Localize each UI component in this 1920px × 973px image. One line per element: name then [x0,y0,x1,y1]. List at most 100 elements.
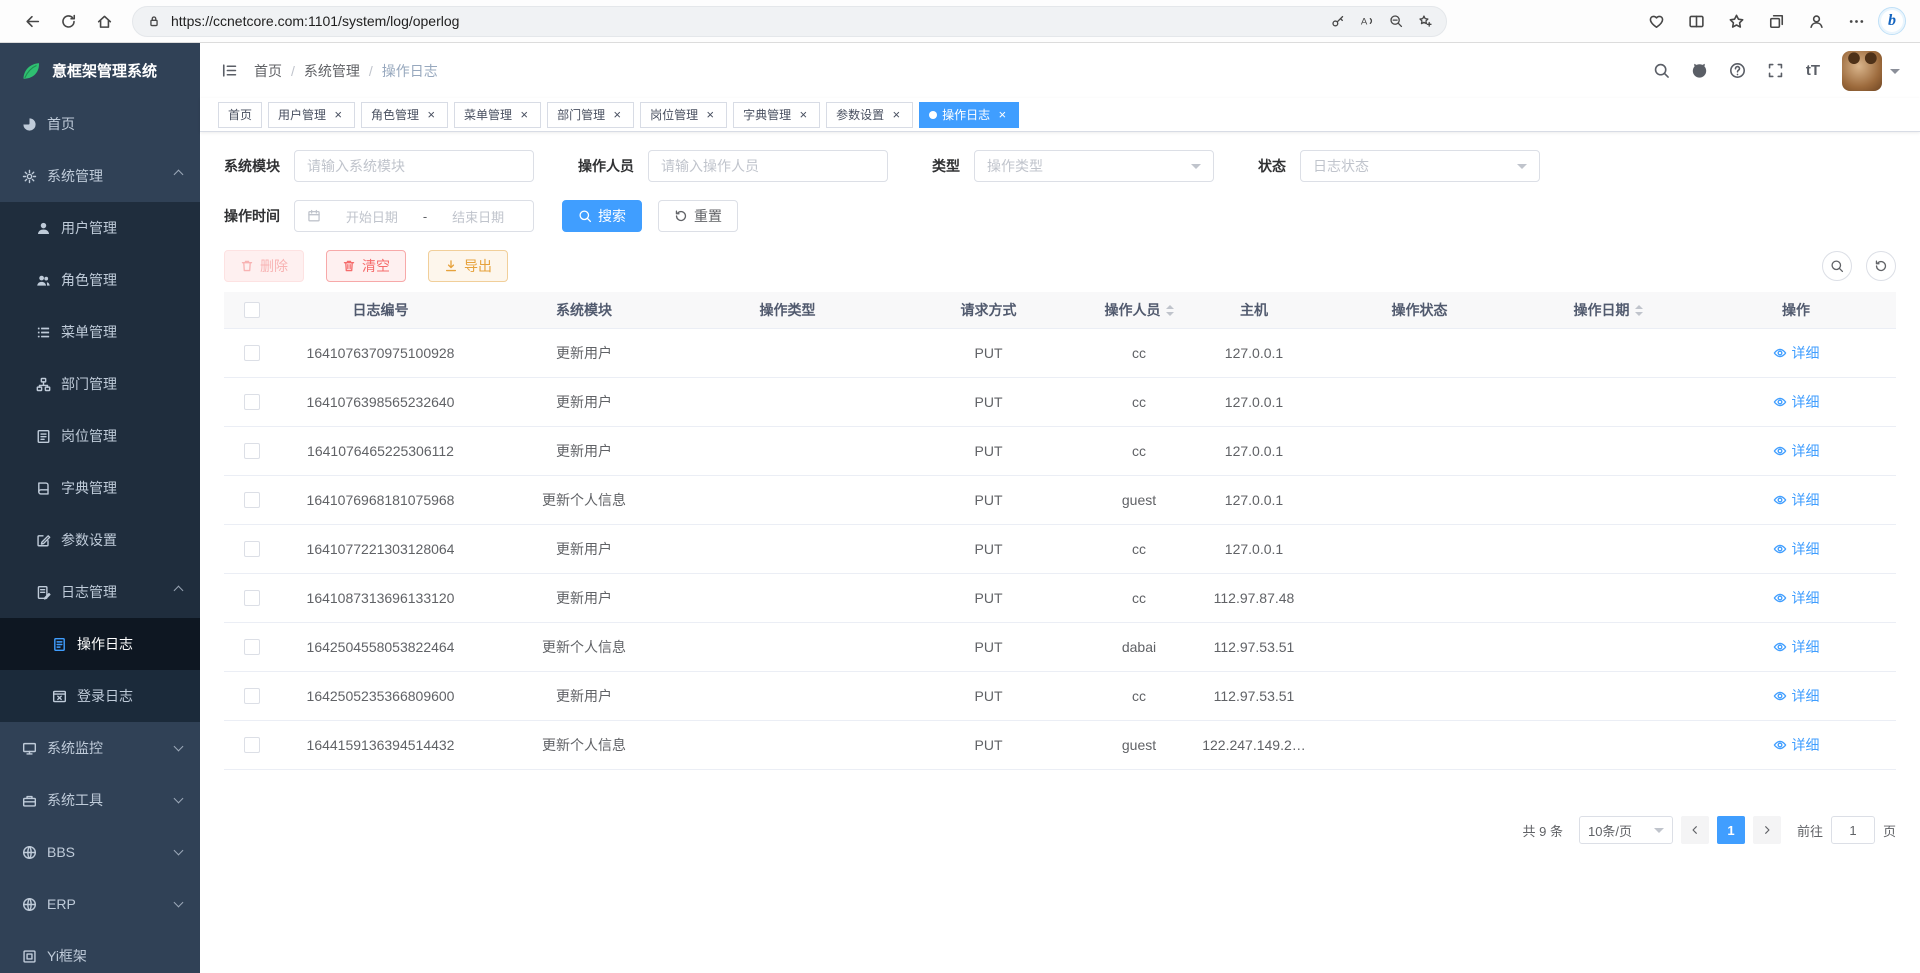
help-button[interactable] [1720,54,1754,88]
sidebar-item-post-manage[interactable]: 岗位管理 [0,410,200,462]
breadcrumb-system-manage[interactable]: 系统管理 [304,61,360,81]
github-button[interactable] [1682,54,1716,88]
sidebar-toggle-button[interactable] [212,54,246,88]
clear-button[interactable]: 清空 [326,250,406,282]
row-checkbox[interactable] [244,688,260,704]
row-checkbox[interactable] [244,345,260,361]
sidebar-item-erp[interactable]: ERP [0,878,200,930]
close-icon[interactable]: × [610,108,624,122]
sidebar-item-bbs[interactable]: BBS [0,826,200,878]
export-button[interactable]: 导出 [428,250,508,282]
split-screen-button[interactable] [1678,3,1714,39]
user-avatar[interactable] [1842,51,1882,91]
sidebar-item-log-manage[interactable]: 日志管理 [0,566,200,618]
favorites-button[interactable] [1718,3,1754,39]
browser-essentials-button[interactable] [1638,3,1674,39]
detail-link[interactable]: 详细 [1773,686,1820,706]
close-icon[interactable]: × [331,108,345,122]
delete-button[interactable]: 删除 [224,250,304,282]
close-icon[interactable]: × [703,108,717,122]
caret-down-icon[interactable] [1890,69,1900,79]
close-icon[interactable]: × [517,108,531,122]
breadcrumb-home[interactable]: 首页 [254,61,282,81]
sidebar-item-param-settings[interactable]: 参数设置 [0,514,200,566]
sidebar-item-role-manage[interactable]: 角色管理 [0,254,200,306]
reload-button[interactable] [50,3,86,39]
copilot-button[interactable]: b [1878,7,1906,35]
detail-link[interactable]: 详细 [1773,441,1820,461]
next-page-button[interactable] [1753,816,1781,844]
status-select[interactable]: 日志状态 [1300,150,1540,182]
select-all-checkbox[interactable] [244,302,260,318]
page-tab[interactable]: 字典管理 × [733,102,820,128]
operator-input[interactable] [661,158,875,174]
url-text[interactable]: https://ccnetcore.com:1101/system/log/op… [171,13,1331,29]
close-icon[interactable]: × [424,108,438,122]
font-size-button[interactable]: tT [1796,54,1830,88]
sidebar-item-user-manage[interactable]: 用户管理 [0,202,200,254]
goto-page-input[interactable] [1831,816,1875,844]
page-tab[interactable]: 用户管理 × [268,102,355,128]
page-tab[interactable]: 操作日志 × [919,102,1019,128]
zoom-out-icon[interactable] [1389,14,1403,28]
detail-link[interactable]: 详细 [1773,539,1820,559]
read-aloud-icon[interactable]: A [1360,14,1374,28]
sidebar-item-yi-framework[interactable]: Yi框架 [0,930,200,973]
sidebar-item-system-tools[interactable]: 系统工具 [0,774,200,826]
row-checkbox[interactable] [244,541,260,557]
show-search-button[interactable] [1822,251,1852,281]
sort-carets[interactable] [1166,305,1174,316]
page-tab[interactable]: 岗位管理 × [640,102,727,128]
sidebar-item-system-manage[interactable]: 系统管理 [0,150,200,202]
prev-page-button[interactable] [1681,816,1709,844]
column-header-op-date[interactable]: 操作日期 [1520,300,1696,320]
row-checkbox[interactable] [244,590,260,606]
search-button[interactable]: 搜索 [562,200,642,232]
refresh-table-button[interactable] [1866,251,1896,281]
close-icon[interactable]: × [889,108,903,122]
date-range-picker[interactable]: 开始日期 - 结束日期 [294,200,534,232]
detail-link[interactable]: 详细 [1773,588,1820,608]
address-bar[interactable]: https://ccnetcore.com:1101/system/log/op… [132,6,1447,37]
browser-profile-button[interactable] [1798,3,1834,39]
page-number-1[interactable]: 1 [1717,816,1745,844]
sidebar-item-dept-manage[interactable]: 部门管理 [0,358,200,410]
page-tab[interactable]: 部门管理 × [547,102,634,128]
favorite-add-icon[interactable] [1418,14,1432,28]
sort-carets[interactable] [1635,305,1643,316]
close-icon[interactable]: × [796,108,810,122]
sidebar-item-login-log[interactable]: 登录日志 [0,670,200,722]
page-tab[interactable]: 参数设置 × [826,102,913,128]
row-checkbox[interactable] [244,639,260,655]
module-input[interactable] [307,158,521,174]
back-button[interactable] [14,3,50,39]
page-tab[interactable]: 角色管理 × [361,102,448,128]
page-size-select[interactable]: 10条/页 [1579,816,1673,844]
page-tab[interactable]: 菜单管理 × [454,102,541,128]
header-search-button[interactable] [1644,54,1678,88]
sidebar-item-dict-manage[interactable]: 字典管理 [0,462,200,514]
page-tab[interactable]: 首页 [218,102,262,128]
type-select[interactable]: 操作类型 [974,150,1214,182]
sidebar-item-home[interactable]: 首页 [0,98,200,150]
row-checkbox[interactable] [244,737,260,753]
home-button[interactable] [86,3,122,39]
browser-menu-button[interactable] [1838,3,1874,39]
reset-button[interactable]: 重置 [658,200,738,232]
detail-link[interactable]: 详细 [1773,343,1820,363]
close-icon[interactable]: × [995,108,1009,122]
column-header-operator[interactable]: 操作人员 [1089,300,1189,320]
collections-button[interactable] [1758,3,1794,39]
sidebar-item-menu-manage[interactable]: 菜单管理 [0,306,200,358]
password-key-icon[interactable] [1331,14,1345,28]
row-checkbox[interactable] [244,443,260,459]
fullscreen-button[interactable] [1758,54,1792,88]
detail-link[interactable]: 详细 [1773,392,1820,412]
detail-link[interactable]: 详细 [1773,637,1820,657]
sidebar-item-operation-log[interactable]: 操作日志 [0,618,200,670]
row-checkbox[interactable] [244,492,260,508]
sidebar-item-system-monitor[interactable]: 系统监控 [0,722,200,774]
detail-link[interactable]: 详细 [1773,490,1820,510]
detail-link[interactable]: 详细 [1773,735,1820,755]
row-checkbox[interactable] [244,394,260,410]
